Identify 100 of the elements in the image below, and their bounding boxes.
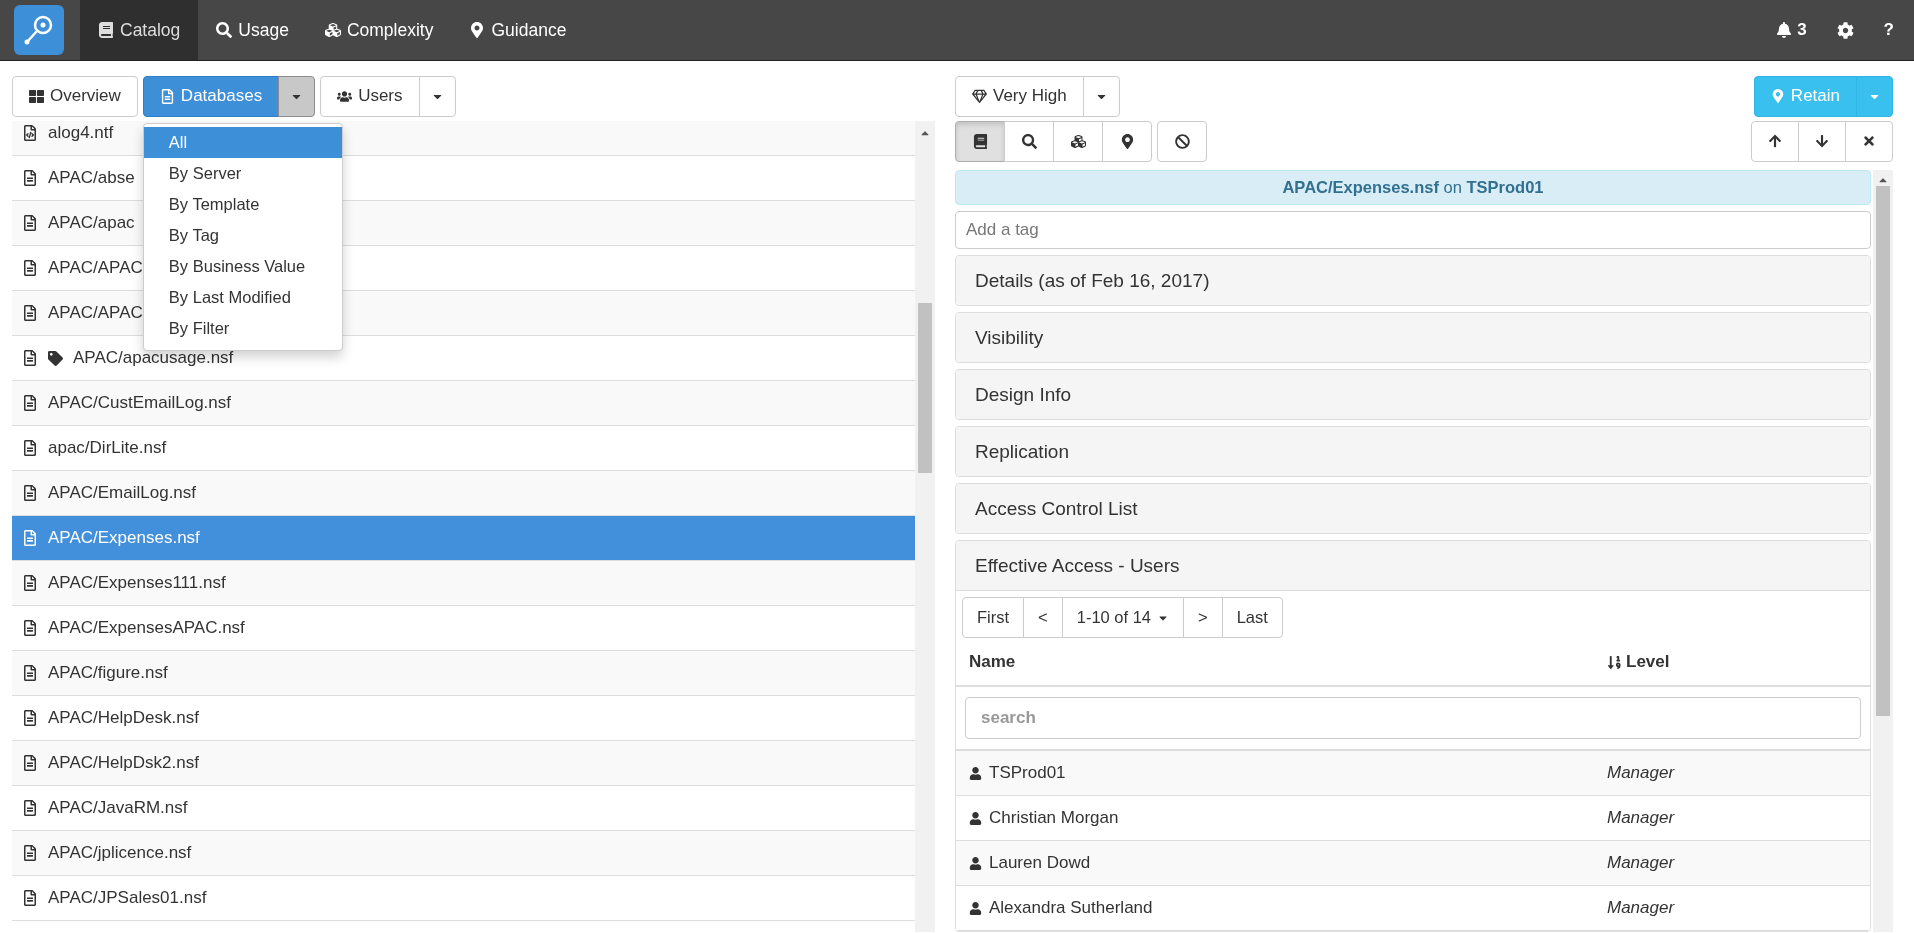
database-name: APAC/ExpensesAPAC.nsf	[48, 618, 245, 638]
user-icon	[969, 766, 982, 780]
view-tab[interactable]	[955, 120, 1005, 162]
nav-tab[interactable]: Catalog	[80, 0, 199, 60]
document-icon	[22, 530, 38, 546]
section-header[interactable]: Design Info	[956, 370, 1870, 419]
section-header[interactable]: Effective Access - Users	[956, 541, 1870, 590]
database-name: APAC/APAC	[48, 258, 143, 278]
user-icon	[969, 901, 982, 915]
access-level: Manager	[1607, 808, 1676, 828]
database-row[interactable]: APAC/HelpDsk2.nsf	[12, 741, 915, 786]
cubes-icon	[1070, 133, 1086, 149]
database-name: APAC/CustEmailLog.nsf	[48, 393, 231, 413]
database-name: APAC/apacusage.nsf	[73, 348, 234, 368]
access-level: Manager	[1607, 853, 1676, 873]
document-icon	[22, 710, 38, 726]
app-logo[interactable]	[14, 5, 64, 55]
view-button[interactable]: Overview	[12, 75, 138, 117]
database-row[interactable]: APAC/EmailLog.nsf	[12, 471, 915, 516]
document-icon	[22, 215, 38, 231]
scrollbar-thumb[interactable]	[918, 303, 932, 473]
selection-banner: APAC/Expenses.nsf on TSProd01	[955, 170, 1871, 206]
dropdown-toggle[interactable]	[1856, 75, 1893, 117]
section-header[interactable]: Access Control List	[956, 484, 1870, 533]
notifications-button[interactable]: 3	[1776, 20, 1807, 40]
user-name: TSProd01	[989, 763, 1066, 783]
user-icon	[969, 811, 982, 825]
document-icon	[22, 665, 38, 681]
database-name: APAC/APAC	[48, 303, 143, 323]
document-icon	[22, 440, 38, 456]
section-header[interactable]: Visibility	[956, 313, 1870, 362]
pagination-button[interactable]: 1-10 of 14	[1061, 597, 1185, 638]
dropdown-toggle[interactable]	[278, 75, 316, 117]
database-name: APAC/abse	[48, 168, 135, 188]
toolbar-button[interactable]	[1845, 120, 1893, 162]
document-icon	[22, 305, 38, 321]
section-header[interactable]: Replication	[956, 427, 1870, 476]
pagination-button[interactable]: >	[1183, 597, 1223, 638]
database-name: APAC/figure.nsf	[48, 663, 168, 683]
database-name: APAC/HelpDesk.nsf	[48, 708, 199, 728]
search-field[interactable]: search	[965, 697, 1861, 739]
map-marker-icon	[1119, 133, 1135, 149]
nav-tab[interactable]: Usage	[198, 0, 307, 60]
view-button[interactable]: Users	[320, 75, 420, 117]
tag-input[interactable]: Add a tag	[955, 211, 1871, 249]
database-name: APAC/apac	[48, 213, 135, 233]
document-icon	[22, 170, 38, 186]
search-icon	[216, 22, 233, 38]
database-row[interactable]: APAC/figure.nsf	[12, 651, 915, 696]
user-name: Alexandra Sutherland	[989, 898, 1153, 918]
map-marker-icon	[469, 22, 486, 38]
view-tab[interactable]	[1102, 120, 1152, 162]
exclude-button[interactable]	[1157, 120, 1207, 162]
database-name: APAC/jplicence.nsf	[48, 843, 192, 863]
document-icon	[22, 350, 38, 366]
database-name: APAC/Expenses111.nsf	[48, 573, 226, 593]
view-tab[interactable]	[1004, 120, 1054, 162]
search-icon	[1021, 133, 1037, 149]
users-icon	[337, 88, 353, 104]
pagination-button[interactable]: First	[962, 597, 1025, 638]
database-name: APAC/EmailLog.nsf	[48, 483, 197, 503]
diamond-icon	[972, 88, 987, 104]
document-icon	[22, 395, 38, 411]
nav-tab[interactable]: Guidance	[451, 0, 585, 60]
document-icon	[22, 755, 38, 771]
settings-button[interactable]	[1836, 21, 1854, 39]
column-header[interactable]: Level	[1626, 652, 1670, 672]
arrow-up-icon	[1768, 134, 1782, 148]
help-button[interactable]: ?	[1883, 20, 1894, 40]
section-header[interactable]: Details (as of Feb 16, 2017)	[956, 256, 1870, 305]
column-header[interactable]: Name	[969, 652, 1607, 672]
document-icon	[22, 890, 38, 906]
database-name: APAC/HelpDsk2.nsf	[48, 753, 199, 773]
sort-icon	[1607, 654, 1622, 670]
view-tab[interactable]	[1053, 120, 1103, 162]
pagination-button[interactable]: Last	[1221, 597, 1283, 638]
database-name: alog4.ntf	[48, 123, 114, 143]
dropdown-toggle[interactable]	[418, 75, 456, 117]
menu-item[interactable]: By Server	[143, 157, 342, 189]
close-icon	[1862, 134, 1876, 148]
menu-item[interactable]: By Business Value	[143, 250, 342, 282]
book-icon	[98, 22, 114, 38]
business-value-button[interactable]: Very High	[955, 75, 1084, 117]
scrollbar-thumb[interactable]	[1876, 186, 1890, 716]
scrollbar[interactable]	[1873, 170, 1893, 932]
dropdown-toggle[interactable]	[1082, 75, 1120, 117]
toolbar-button[interactable]	[1798, 120, 1846, 162]
pagination-button[interactable]: <	[1023, 597, 1063, 638]
settings-icon	[1836, 21, 1854, 39]
user-name: Lauren Dowd	[989, 853, 1091, 873]
cubes-icon	[324, 22, 341, 38]
database-row[interactable]: APAC/jplicence.nsf	[12, 831, 915, 876]
database-row[interactable]: APAC/Expenses111.nsf	[12, 561, 915, 606]
scrollbar[interactable]	[915, 121, 935, 932]
toolbar-button[interactable]	[1751, 120, 1799, 162]
user-name: Christian Morgan	[989, 808, 1119, 828]
database-row[interactable]: APAC/CustEmailLog.nsf	[12, 381, 915, 426]
nav-tab[interactable]: Complexity	[306, 0, 452, 60]
grid-icon	[29, 88, 44, 104]
map-marker-icon	[1770, 89, 1785, 103]
